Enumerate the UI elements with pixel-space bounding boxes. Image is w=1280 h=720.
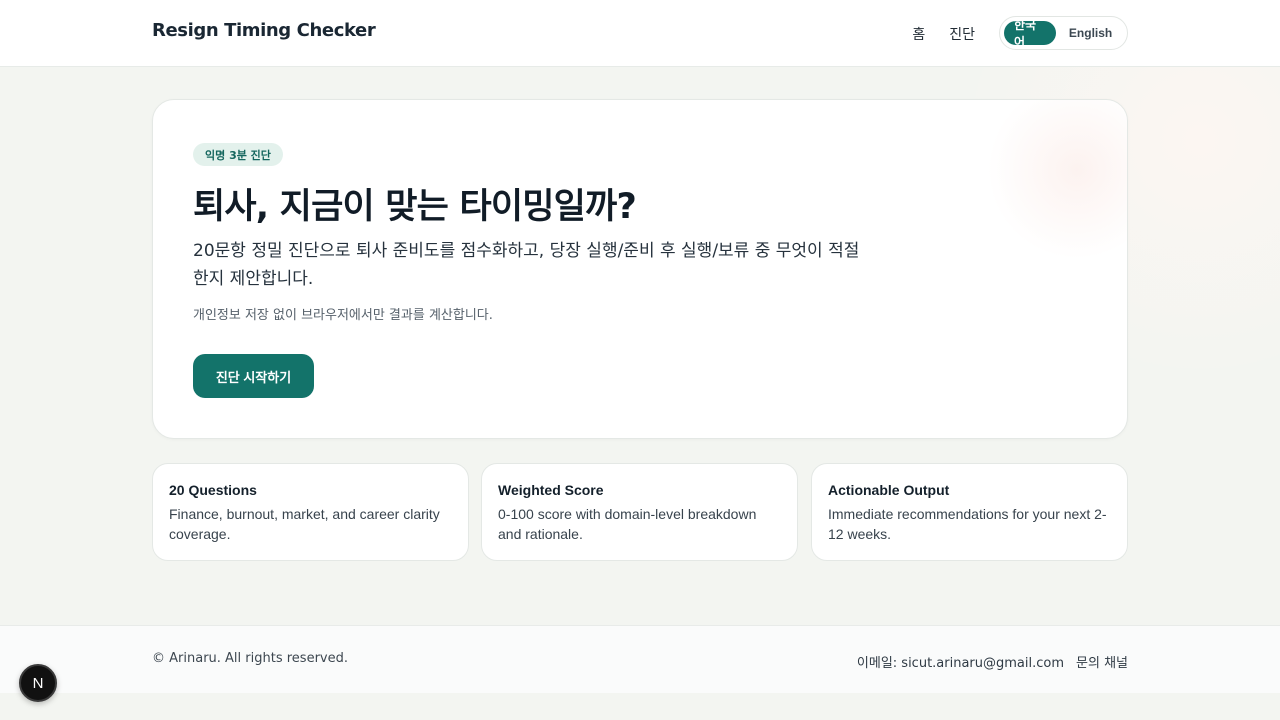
site-header: Resign Timing Checker 홈 진단 한국어 English — [0, 0, 1280, 67]
language-toggle: 한국어 English — [999, 16, 1128, 50]
privacy-note: 개인정보 저장 없이 브라우저에서만 결과를 계산합니다. — [193, 308, 493, 323]
nav-home-link[interactable]: 홈 — [912, 24, 925, 44]
nextjs-logo-icon[interactable]: N — [19, 664, 57, 702]
hero-badge: 익명 3분 진단 — [193, 143, 283, 166]
footer-email-link[interactable]: 이메일: sicut.arinaru@gmail.com — [857, 652, 1064, 671]
feature-title: 20 Questions — [169, 482, 257, 498]
brand-logo[interactable]: Resign Timing Checker — [152, 20, 376, 41]
feature-card-score: Weighted Score 0-100 score with domain-l… — [481, 463, 798, 561]
feature-card-output: Actionable Output Immediate recommendati… — [811, 463, 1128, 561]
hero-subtitle: 20문항 정밀 진단으로 퇴사 준비도를 점수화하고, 당장 실행/준비 후 실… — [193, 241, 860, 289]
site-footer: © Arinaru. All rights reserved. 이메일: sic… — [0, 625, 1280, 693]
main-nav: 홈 진단 — [912, 24, 975, 44]
nav-diagnosis-link[interactable]: 진단 — [949, 24, 975, 44]
lang-korean-button[interactable]: 한국어 — [1004, 18, 1057, 49]
footer-links: 이메일: sicut.arinaru@gmail.com 문의 채널 — [857, 652, 1128, 671]
feature-card-questions: 20 Questions Finance, burnout, market, a… — [152, 463, 469, 561]
start-diagnosis-button[interactable]: 진단 시작하기 — [193, 354, 314, 398]
lang-english-button[interactable]: English — [1058, 21, 1123, 45]
hero-decorative-glow — [987, 100, 1127, 260]
feature-description: 0-100 score with domain-level breakdown … — [498, 506, 757, 542]
feature-description: Immediate recommendations for your next … — [828, 506, 1107, 542]
footer-contact-link[interactable]: 문의 채널 — [1076, 652, 1128, 671]
hero-card: 익명 3분 진단 퇴사, 지금이 맞는 타이밍일까? 20문항 정밀 진단으로 … — [152, 99, 1128, 439]
copyright-text: © Arinaru. All rights reserved. — [152, 651, 348, 666]
feature-title: Actionable Output — [828, 482, 950, 498]
feature-description: Finance, burnout, market, and career cla… — [169, 506, 440, 542]
feature-title: Weighted Score — [498, 482, 604, 498]
hero-title: 퇴사, 지금이 맞는 타이밍일까? — [193, 187, 637, 227]
